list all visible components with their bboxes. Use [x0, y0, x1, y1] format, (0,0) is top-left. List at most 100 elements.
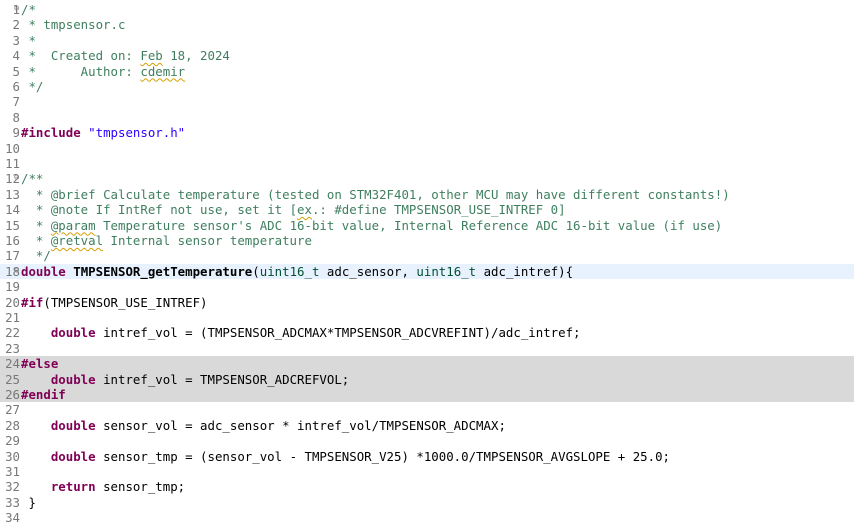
code-token: Internal sensor temperature [103, 233, 312, 248]
code-text[interactable]: /* [21, 2, 36, 17]
code-token: */ [21, 79, 44, 94]
code-token: ( [252, 263, 260, 279]
code-token: #if [21, 294, 44, 310]
code-token: adc_sensor, [319, 263, 417, 279]
code-line[interactable]: 19 [0, 279, 854, 294]
code-text[interactable]: */ [21, 248, 51, 263]
code-line[interactable]: 21 [0, 310, 854, 325]
code-token: cdemir [140, 63, 186, 79]
code-token: adc_intref){ [476, 263, 574, 279]
code-line[interactable]: 6 */ [0, 79, 854, 94]
code-line[interactable]: 17 */ [0, 248, 854, 263]
code-text[interactable]: double sensor_tmp = (sensor_vol - TMPSEN… [21, 449, 670, 464]
line-number: 15 [5, 217, 20, 233]
line-number: 22 [5, 325, 20, 341]
code-line[interactable]: 1 ⊖/* [0, 2, 854, 17]
code-line[interactable]: 4 * Created on: Feb 18, 2024 [0, 48, 854, 63]
code-line[interactable]: 26 #endif [0, 387, 854, 403]
code-text[interactable]: * @param Temperature sensor's ADC 16-bit… [21, 218, 722, 233]
code-line[interactable]: 8 [0, 110, 854, 125]
code-line[interactable]: 27 [0, 402, 854, 417]
code-line[interactable]: 29 [0, 433, 854, 448]
fold-toggle-icon[interactable]: ⊖ [14, 264, 21, 279]
code-token: * Author: [21, 63, 141, 79]
code-text[interactable]: } [21, 494, 36, 510]
line-number: 29 [5, 433, 20, 449]
code-token: Temperature sensor's ADC 16-bit value, I… [95, 217, 723, 233]
code-text[interactable]: #else [21, 356, 58, 371]
code-token: } [21, 494, 36, 510]
line-number: 19 [5, 279, 20, 295]
line-number: 17 [5, 248, 20, 264]
code-line[interactable]: 22 double intref_vol = (TMPSENSOR_ADCMAX… [0, 325, 854, 340]
code-text[interactable]: #if(TMPSENSOR_USE_INTREF) [21, 295, 208, 310]
code-token: uint16_t [259, 263, 320, 279]
code-token: */ [21, 248, 51, 264]
code-text[interactable]: * Created on: Feb 18, 2024 [21, 48, 229, 64]
code-token: intref_vol = (TMPSENSOR_ADCMAX*TMPSENSOR… [95, 325, 581, 341]
code-line[interactable]: 24 #else [0, 356, 854, 372]
code-line[interactable]: 23 [0, 341, 854, 356]
code-line[interactable]: 25 double intref_vol = TMPSENSOR_ADCREFV… [0, 371, 854, 387]
code-line[interactable]: 30 double sensor_tmp = (sensor_vol - TMP… [0, 449, 854, 464]
code-line[interactable]: 31 [0, 464, 854, 479]
code-text[interactable]: * tmpsensor.c [21, 17, 125, 32]
line-number: 14 [5, 202, 20, 218]
code-line[interactable]: 13 * @brief Calculate temperature (teste… [0, 187, 854, 202]
line-number: 26 [5, 387, 20, 402]
code-token: /** [21, 171, 44, 187]
code-editor[interactable]: 1 ⊖/* 2 * tmpsensor.c 3 * 4 * Created on: Fe… [0, 0, 854, 528]
code-line[interactable]: 10 [0, 141, 854, 156]
code-text[interactable]: #include "tmpsensor.h" [21, 125, 185, 140]
code-token: * Created on: [21, 48, 141, 64]
code-line[interactable]: 2 * tmpsensor.c [0, 17, 854, 32]
code-token: Feb [140, 48, 163, 64]
line-number: 21 [5, 310, 20, 325]
code-line[interactable]: 32 return sensor_tmp; [0, 479, 854, 494]
code-text[interactable]: * @note If IntRef not use, set it [ex.: … [21, 202, 566, 217]
code-text[interactable]: * [21, 33, 35, 48]
code-line[interactable]: 5 * Author: cdemir [0, 64, 854, 79]
line-number: 20 [5, 294, 20, 310]
code-line[interactable]: 11 [0, 156, 854, 171]
code-line[interactable]: 7 [0, 94, 854, 109]
code-text[interactable]: double sensor_vol = adc_sensor * intref_… [21, 418, 506, 433]
code-text[interactable]: double intref_vol = TMPSENSOR_ADCREFVOL; [21, 372, 349, 387]
code-text[interactable]: * @retval Internal sensor temperature [21, 233, 312, 248]
code-text[interactable]: * Author: cdemir [21, 64, 185, 79]
code-text[interactable]: * @brief Calculate temperature (tested o… [21, 187, 730, 202]
code-text[interactable]: return sensor_tmp; [21, 479, 185, 494]
code-line[interactable]: 16 * @retval Internal sensor temperature [0, 233, 854, 248]
code-token: * [21, 217, 51, 233]
code-text[interactable]: #endif [21, 387, 66, 402]
code-line[interactable]: 20 #if(TMPSENSOR_USE_INTREF) [0, 295, 854, 310]
code-line[interactable]: 12 ⊖/** [0, 171, 854, 186]
code-token: #endif [21, 387, 66, 402]
fold-toggle-icon[interactable]: ⊖ [14, 171, 21, 186]
line-number: 4 [12, 48, 20, 64]
code-line[interactable]: 15 * @param Temperature sensor's ADC 16-… [0, 218, 854, 233]
code-text[interactable]: double intref_vol = (TMPSENSOR_ADCMAX*TM… [21, 325, 581, 340]
code-token: .: #define TMPSENSOR_USE_INTREF 0] [311, 202, 566, 218]
line-number: 5 [12, 63, 20, 79]
code-token: intref_vol = TMPSENSOR_ADCREFVOL; [95, 371, 350, 387]
line-number: 3 [12, 32, 20, 48]
line-number: 13 [5, 186, 20, 202]
code-line[interactable]: 33 } [0, 495, 854, 510]
code-text[interactable]: double TMPSENSOR_getTemperature(uint16_t… [21, 264, 573, 279]
code-line[interactable]: 28 double sensor_vol = adc_sensor * intr… [0, 418, 854, 433]
code-text[interactable]: /** [21, 171, 43, 186]
code-line[interactable]: 18 ⊖ double TMPSENSOR_getTemperature(uint1… [0, 263, 854, 280]
code-line[interactable]: 34 [0, 510, 854, 525]
fold-toggle-icon[interactable]: ⊖ [14, 2, 21, 17]
code-token: double [21, 263, 66, 279]
code-text[interactable]: */ [21, 79, 43, 94]
code-line[interactable]: 14 * @note If IntRef not use, set it [ex… [0, 202, 854, 217]
code-line[interactable]: 9 #include "tmpsensor.h" [0, 125, 854, 140]
code-token: uint16_t [416, 263, 477, 279]
code-line[interactable]: 3 * [0, 33, 854, 48]
code-token: double [50, 448, 96, 464]
